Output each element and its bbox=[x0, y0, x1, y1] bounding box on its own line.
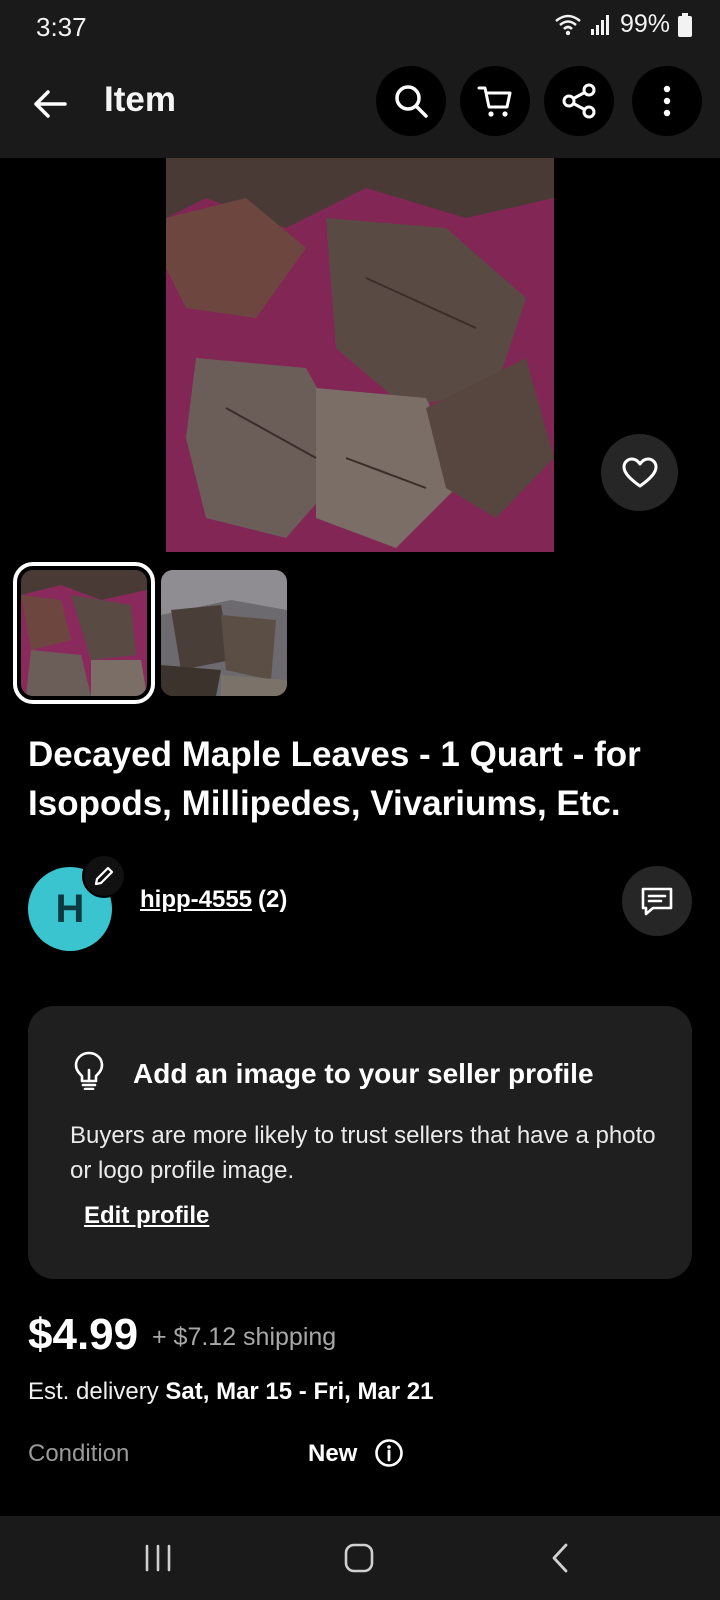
delivery-range: Sat, Mar 15 - Fri, Mar 21 bbox=[165, 1378, 434, 1405]
share-button[interactable] bbox=[544, 66, 614, 136]
edit-profile-link[interactable]: Edit profile bbox=[84, 1202, 209, 1230]
arrow-back-icon bbox=[34, 90, 67, 118]
lightbulb-icon bbox=[74, 1051, 104, 1090]
system-nav-bar bbox=[0, 1516, 720, 1600]
condition-label: Condition bbox=[28, 1440, 130, 1467]
message-icon bbox=[641, 887, 673, 916]
search-button[interactable] bbox=[376, 66, 446, 136]
seller-feedback-count: (2) bbox=[258, 886, 288, 913]
edit-avatar-button[interactable] bbox=[82, 854, 126, 898]
thumbnail-1[interactable] bbox=[13, 562, 155, 704]
wifi-icon bbox=[555, 14, 581, 35]
search-icon bbox=[395, 85, 428, 118]
seller-info: hipp-4555 (2) bbox=[140, 886, 287, 914]
seller-name-link[interactable]: hipp-4555 bbox=[140, 886, 252, 913]
listing-title: Decayed Maple Leaves - 1 Quart - for Iso… bbox=[28, 735, 641, 823]
recent-apps-button[interactable] bbox=[128, 1530, 188, 1586]
shipping-cost: + $7.12 shipping bbox=[152, 1323, 337, 1351]
signal-icon bbox=[590, 14, 609, 35]
pencil-icon bbox=[94, 866, 114, 886]
item-photo[interactable] bbox=[166, 158, 554, 552]
item-image-gallery[interactable] bbox=[0, 158, 720, 552]
cart-icon bbox=[477, 86, 512, 117]
status-time: 3:37 bbox=[36, 12, 87, 42]
estimated-delivery: Est. delivery Sat, Mar 15 - Fri, Mar 21 bbox=[28, 1378, 434, 1406]
info-icon[interactable] bbox=[374, 1438, 404, 1468]
home-icon bbox=[344, 1543, 374, 1573]
tip-title: Add an image to your seller profile bbox=[133, 1058, 594, 1089]
chevron-left-icon bbox=[552, 1543, 568, 1573]
message-seller-button[interactable] bbox=[622, 866, 692, 936]
thumbnail-image bbox=[161, 570, 287, 696]
more-vert-icon bbox=[663, 85, 671, 117]
heart-icon bbox=[622, 457, 657, 487]
favorite-button[interactable] bbox=[601, 434, 678, 511]
thumbnail-2[interactable] bbox=[161, 570, 287, 696]
condition-value: New bbox=[308, 1440, 358, 1467]
back-button[interactable] bbox=[22, 76, 78, 132]
app-bar: Item bbox=[0, 54, 720, 158]
battery-icon bbox=[678, 12, 692, 37]
status-bar: 3:37 99% bbox=[0, 0, 720, 54]
status-icons: 99% bbox=[554, 10, 692, 39]
tip-body: Buyers are more likely to trust sellers … bbox=[70, 1122, 656, 1184]
battery-percent: 99% bbox=[619, 10, 670, 38]
more-options-button[interactable] bbox=[632, 66, 702, 136]
recent-apps-icon bbox=[145, 1544, 171, 1572]
seller-profile-tip-card: Add an image to your seller profile Buye… bbox=[28, 1006, 692, 1279]
thumbnail-image bbox=[21, 570, 147, 696]
page-title: Item bbox=[104, 80, 176, 119]
delivery-label: Est. delivery bbox=[28, 1378, 159, 1405]
cart-button[interactable] bbox=[460, 66, 530, 136]
share-icon bbox=[562, 83, 596, 119]
system-back-button[interactable] bbox=[530, 1530, 590, 1586]
home-button[interactable] bbox=[329, 1530, 389, 1586]
item-price: $4.99 bbox=[28, 1310, 139, 1359]
